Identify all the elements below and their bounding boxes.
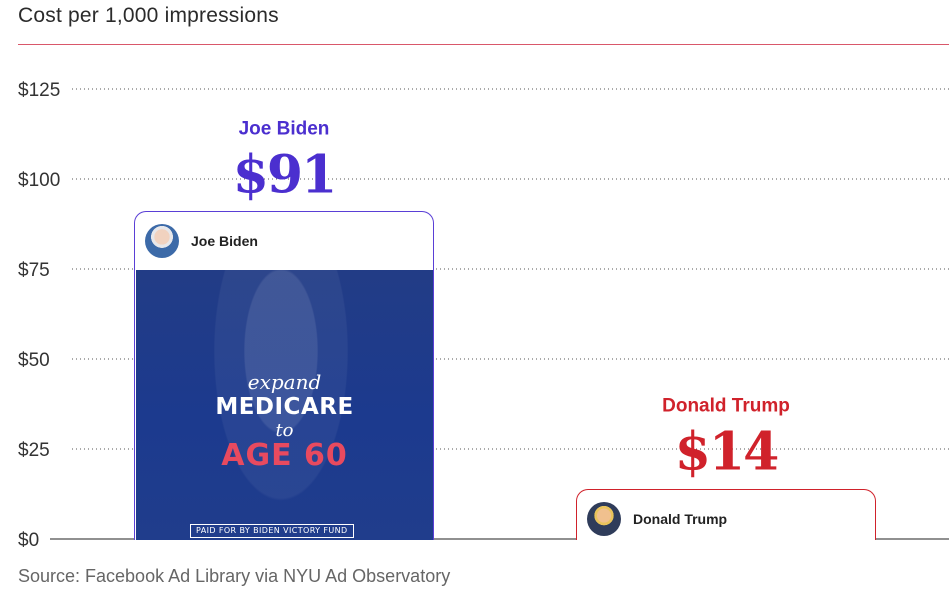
y-tick-label: $25	[18, 440, 50, 461]
trump-ad-card: Donald Trump	[576, 489, 876, 540]
y-tick-label: $100	[18, 170, 60, 191]
biden-ad-card: Joe Biden expand MEDICARE to AGE 60 PAID…	[134, 211, 434, 540]
bar-value-label: $14	[675, 422, 778, 483]
ad-text-medicare: MEDICARE	[215, 394, 354, 420]
ad-text-age: AGE 60	[221, 438, 348, 473]
trump-card-header: Donald Trump	[577, 490, 875, 540]
trump-avatar	[587, 502, 621, 536]
bar-value-label: $91	[233, 144, 336, 205]
biden-card-header: Joe Biden	[135, 212, 433, 270]
y-tick-label: $75	[18, 260, 50, 281]
y-tick-label: $125	[18, 80, 60, 101]
y-tick-label: $50	[18, 350, 50, 371]
biden-avatar	[145, 224, 179, 258]
biden-ad-image: expand MEDICARE to AGE 60 PAID FOR BY BI…	[136, 270, 433, 540]
ad-text-expand: expand	[247, 370, 322, 394]
source-note: Source: Facebook Ad Library via NYU Ad O…	[18, 566, 451, 586]
ad-disclaimer: PAID FOR BY BIDEN VICTORY FUND	[190, 524, 354, 538]
trump-card-name: Donald Trump	[633, 511, 728, 527]
biden-card-name: Joe Biden	[191, 233, 258, 249]
y-tick-label: $0	[18, 530, 39, 551]
bar-category-label: Joe Biden	[239, 118, 330, 139]
bar-category-label: Donald Trump	[662, 396, 790, 417]
